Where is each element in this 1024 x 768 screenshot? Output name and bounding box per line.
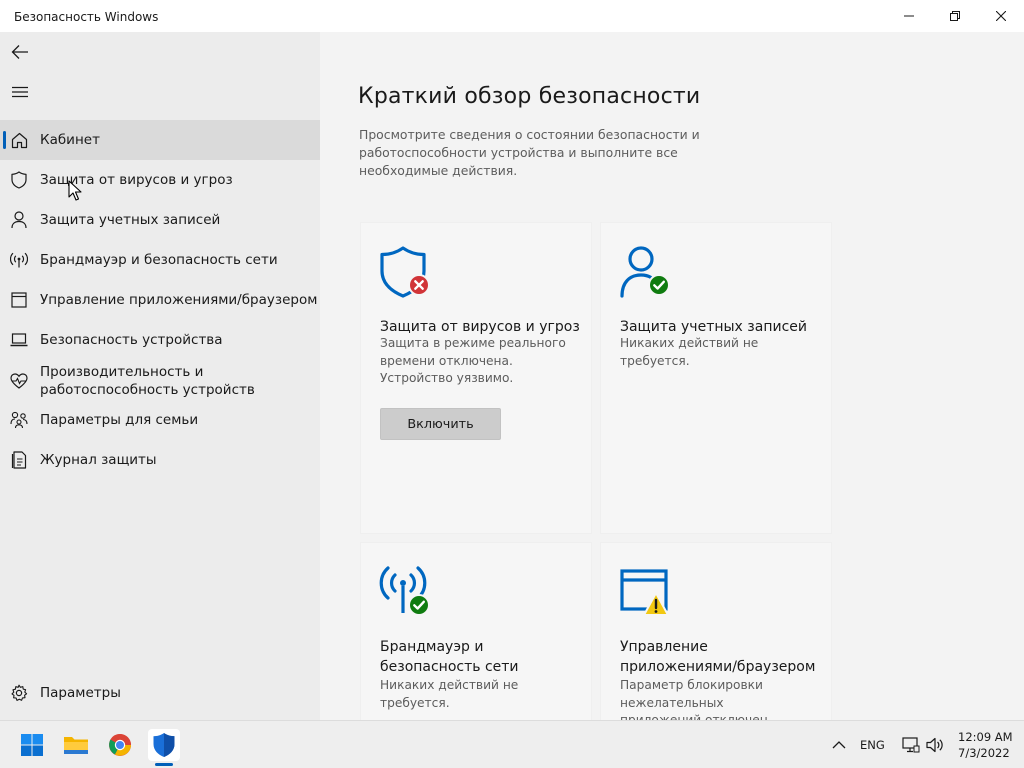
card-description: Никаких действий не требуется. <box>620 336 759 368</box>
page-description: Просмотрите сведения о состоянии безопас… <box>359 127 700 178</box>
sidebar: Кабинет Защита от вирусов и угроз Защита… <box>0 32 320 720</box>
sidebar-item-label: Производительность и <box>40 364 204 380</box>
sidebar-item-label: Безопасность устройства <box>40 332 223 348</box>
sidebar-item-label: работоспособность устройств <box>40 382 255 398</box>
card-firewall[interactable]: Брандмауэр и безопасность сети Никаких д… <box>360 542 592 720</box>
card-description: Защита в режиме реального времени отключ… <box>380 336 566 385</box>
sidebar-item-label: Защита учетных записей <box>40 212 221 228</box>
window-title: Безопасность Windows <box>14 10 159 24</box>
card-title: Брандмауэр и безопасность сети <box>380 639 519 675</box>
sidebar-item-label: Кабинет <box>40 132 100 148</box>
clock[interactable]: 12:09 AM 7/3/2022 <box>958 729 1018 761</box>
volume-icon[interactable] <box>926 721 944 768</box>
antenna-icon <box>10 251 28 269</box>
file-explorer-icon[interactable] <box>60 729 92 761</box>
card-account-protection[interactable]: Защита учетных записей Никаких действий … <box>600 222 832 534</box>
app-window-warning-icon <box>619 565 673 619</box>
sidebar-item-virus-protection[interactable]: Защита от вирусов и угроз <box>0 160 320 200</box>
tray-overflow-button[interactable] <box>832 721 846 768</box>
clock-time: 12:09 AM <box>958 730 1013 744</box>
sidebar-item-device-health[interactable]: Производительность и работоспособность у… <box>0 356 320 406</box>
history-icon <box>10 451 28 469</box>
back-button[interactable] <box>8 40 32 64</box>
sidebar-item-firewall[interactable]: Брандмауэр и безопасность сети <box>0 240 320 280</box>
gear-icon <box>10 684 28 702</box>
windows-start-icon[interactable] <box>16 729 48 761</box>
language-indicator[interactable]: ENG <box>860 721 885 768</box>
shield-error-icon <box>379 245 433 299</box>
restore-icon <box>950 11 960 21</box>
menu-button[interactable] <box>8 80 32 104</box>
minimize-button[interactable] <box>886 0 932 32</box>
card-title: Защита учетных записей <box>620 319 807 335</box>
language-label: ENG <box>860 738 885 752</box>
main-content: Краткий обзор безопасности Просмотрите с… <box>320 32 1024 720</box>
close-icon <box>996 11 1006 21</box>
enable-button[interactable]: Включить <box>380 408 501 440</box>
sidebar-item-label: Брандмауэр и безопасность сети <box>40 252 278 268</box>
person-ok-icon <box>619 245 673 299</box>
app-window-icon <box>10 291 28 309</box>
sidebar-item-account-protection[interactable]: Защита учетных записей <box>0 200 320 240</box>
shield-icon <box>10 171 28 189</box>
heart-pulse-icon <box>10 372 28 390</box>
page-title: Краткий обзор безопасности <box>358 84 701 109</box>
card-description: Параметр блокировки нежелательных прилож… <box>620 678 772 720</box>
close-button[interactable] <box>978 0 1024 32</box>
mouse-cursor-icon <box>68 180 82 201</box>
hamburger-icon <box>12 86 28 98</box>
sidebar-item-label: Управление приложениями/браузером <box>40 292 318 308</box>
card-virus-protection[interactable]: Защита от вирусов и угроз Защита в режим… <box>360 222 592 534</box>
card-description: Никаких действий не требуется. <box>380 678 519 710</box>
windows-security-icon[interactable] <box>148 729 180 761</box>
chevron-up-icon <box>832 741 846 749</box>
family-icon <box>10 411 28 429</box>
card-title: Защита от вирусов и угроз <box>380 319 580 335</box>
laptop-icon <box>10 331 28 349</box>
home-icon <box>10 131 28 149</box>
sidebar-item-protection-history[interactable]: Журнал защиты <box>0 440 320 480</box>
chrome-icon[interactable] <box>104 729 136 761</box>
network-icon[interactable] <box>902 721 920 768</box>
sidebar-item-label: Параметры <box>40 685 121 701</box>
restore-button[interactable] <box>932 0 978 32</box>
card-title: Управление приложениями/браузером <box>620 639 816 675</box>
sidebar-item-device-security[interactable]: Безопасность устройства <box>0 320 320 360</box>
back-arrow-icon <box>11 45 28 59</box>
person-icon <box>10 211 28 229</box>
minimize-icon <box>904 15 914 17</box>
sidebar-item-settings[interactable]: Параметры <box>0 673 320 713</box>
sidebar-item-home[interactable]: Кабинет <box>0 120 320 160</box>
active-app-indicator <box>155 763 173 766</box>
sidebar-item-label: Журнал защиты <box>40 452 157 468</box>
sidebar-item-family-options[interactable]: Параметры для семьи <box>0 400 320 440</box>
taskbar: ENG 12:09 AM 7/3/2022 <box>0 720 1024 768</box>
card-app-browser-control[interactable]: Управление приложениями/браузером Параме… <box>600 542 832 720</box>
sidebar-item-label: Параметры для семьи <box>40 412 199 428</box>
sidebar-item-app-browser-control[interactable]: Управление приложениями/браузером <box>0 280 320 320</box>
clock-date: 7/3/2022 <box>958 746 1010 760</box>
antenna-ok-icon <box>379 565 433 619</box>
title-bar: Безопасность Windows <box>0 0 1024 32</box>
